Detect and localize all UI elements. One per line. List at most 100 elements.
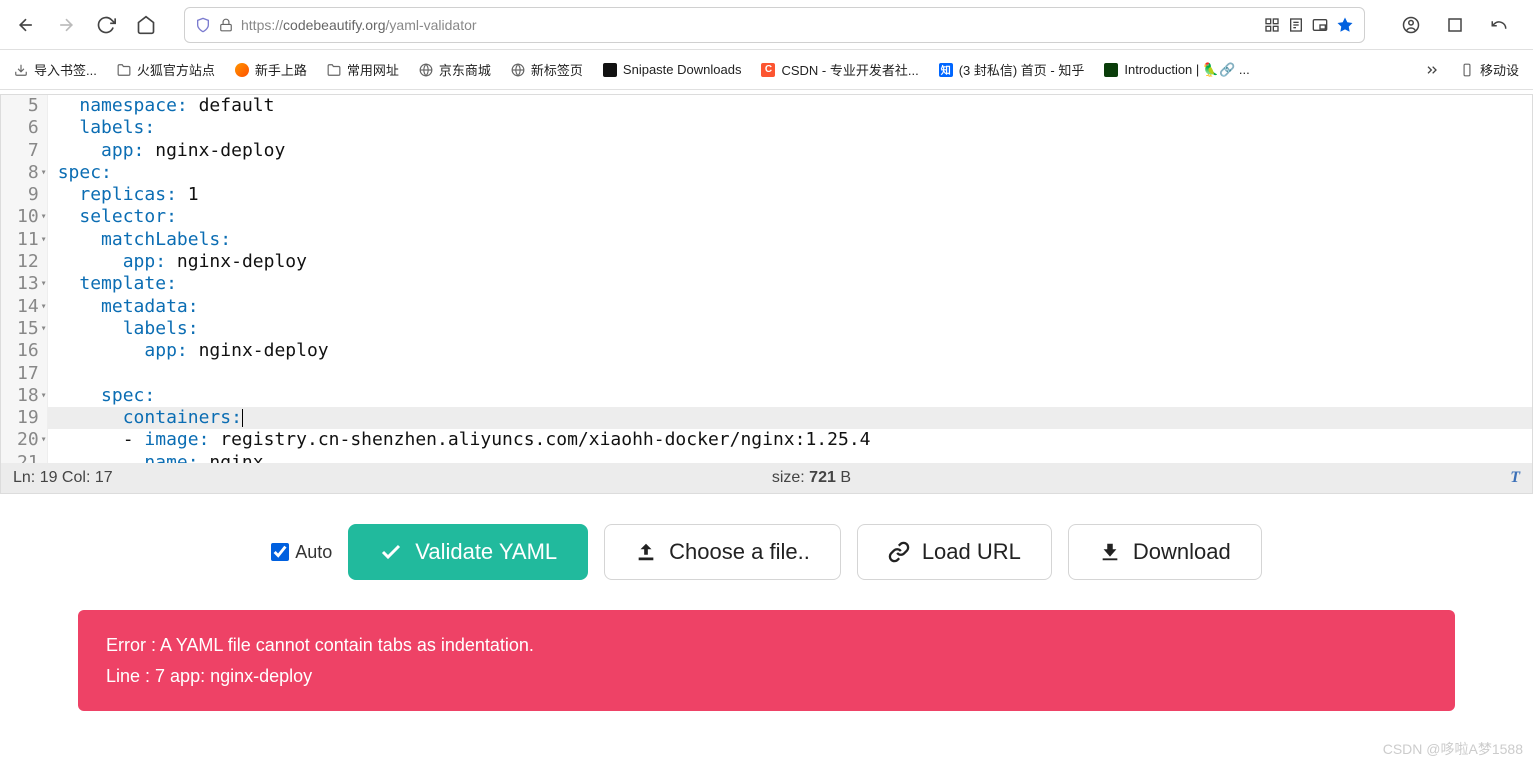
csdn-icon: C	[761, 63, 775, 77]
gutter-line: 20▾	[17, 429, 39, 451]
bookmark-item[interactable]: 移动设	[1454, 56, 1525, 83]
url-text: https://codebeautify.org/yaml-validator	[241, 17, 477, 33]
code-line[interactable]: namespace: default	[48, 95, 1532, 117]
gutter-line: 19	[17, 407, 39, 429]
bookmark-star-icon[interactable]	[1336, 16, 1354, 34]
browser-navbar: https://codebeautify.org/yaml-validator	[0, 0, 1533, 50]
bookmark-item[interactable]: 常用网址	[321, 56, 405, 83]
gutter-line: 8▾	[17, 162, 39, 184]
code-line[interactable]: containers:	[48, 407, 1532, 429]
code-line[interactable]: matchLabels:	[48, 229, 1532, 251]
code-line[interactable]: app: nginx-deploy	[48, 251, 1532, 273]
bookmark-item[interactable]: Snipaste Downloads	[597, 58, 748, 81]
bookmark-item[interactable]: CCSDN - 专业开发者社...	[755, 56, 924, 83]
qr-icon[interactable]	[1264, 17, 1280, 33]
fold-toggle-icon[interactable]: ▾	[41, 429, 47, 451]
globe-icon	[511, 63, 525, 77]
zhihu-icon: 知	[939, 63, 953, 77]
auto-checkbox[interactable]	[271, 543, 289, 561]
import-icon	[14, 63, 28, 77]
bookmark-item[interactable]: 导入书签...	[8, 56, 103, 83]
pip-icon[interactable]	[1312, 17, 1328, 33]
watermark: CSDN @哆啦A梦1588	[1383, 739, 1523, 759]
globe-icon	[419, 63, 433, 77]
link-icon	[888, 541, 910, 563]
nav-toolbar-right	[1385, 7, 1525, 43]
bookmark-item[interactable]: 火狐官方站点	[111, 56, 221, 83]
code-line[interactable]: template:	[48, 273, 1532, 295]
editor-body[interactable]: 5678▾910▾11▾1213▾14▾15▾161718▾1920▾2122 …	[1, 95, 1532, 463]
fold-toggle-icon[interactable]: ▾	[41, 229, 47, 251]
choose-file-button[interactable]: Choose a file..	[604, 524, 841, 580]
bookmark-overflow[interactable]	[1418, 58, 1446, 82]
fold-toggle-icon[interactable]: ▾	[41, 318, 47, 340]
bookmark-item[interactable]: Introduction | 🦜🔗 ...	[1098, 58, 1255, 82]
url-bar[interactable]: https://codebeautify.org/yaml-validator	[184, 7, 1365, 43]
code-line[interactable]: labels:	[48, 117, 1532, 139]
code-line[interactable]: app: nginx-deploy	[48, 140, 1532, 162]
nav-home-button[interactable]	[128, 7, 164, 43]
download-button[interactable]: Download	[1068, 524, 1262, 580]
yaml-editor: 5678▾910▾11▾1213▾14▾15▾161718▾1920▾2122 …	[0, 94, 1533, 494]
extensions-button[interactable]	[1437, 7, 1473, 43]
fold-toggle-icon[interactable]: ▾	[41, 385, 47, 407]
bookmark-item[interactable]: 新手上路	[229, 56, 313, 83]
bookmarks-bar: 导入书签... 火狐官方站点 新手上路 常用网址 京东商城 新标签页 Snipa…	[0, 50, 1533, 90]
gutter-line: 16	[17, 340, 39, 362]
gutter-line: 9	[17, 184, 39, 206]
code-line[interactable]: metadata:	[48, 296, 1532, 318]
cursor-position: Ln: 19 Col: 17	[13, 469, 113, 487]
code-line[interactable]: labels:	[48, 318, 1532, 340]
profile-icon	[1402, 16, 1420, 34]
nav-reload-button[interactable]	[88, 7, 124, 43]
fold-toggle-icon[interactable]: ▾	[41, 296, 47, 318]
snipaste-icon	[603, 63, 617, 77]
code-line[interactable]: app: nginx-deploy	[48, 340, 1532, 362]
editor-code-area[interactable]: namespace: default labels: app: nginx-de…	[48, 95, 1532, 463]
code-line[interactable]: name: nginx	[48, 452, 1532, 463]
code-line[interactable]: replicas: 1	[48, 184, 1532, 206]
code-line[interactable]: - image: registry.cn-shenzhen.aliyuncs.c…	[48, 429, 1532, 451]
profile-button[interactable]	[1393, 7, 1429, 43]
validate-button[interactable]: Validate YAML	[348, 524, 588, 580]
mobile-icon	[1460, 63, 1474, 77]
bookmark-item[interactable]: 新标签页	[505, 56, 589, 83]
editor-status-bar: Ln: 19 Col: 17 size: 721 B T	[1, 463, 1532, 493]
folder-icon	[117, 63, 131, 77]
gutter-line: 5	[17, 95, 39, 117]
puzzle-icon	[1446, 16, 1464, 34]
gutter-line: 11▾	[17, 229, 39, 251]
auto-checkbox-label[interactable]: Auto	[271, 542, 332, 563]
bookmark-item[interactable]: 知(3 封私信) 首页 - 知乎	[933, 56, 1091, 83]
gutter-line: 10▾	[17, 206, 39, 228]
arrow-right-icon	[56, 15, 76, 35]
code-line[interactable]: spec:	[48, 385, 1532, 407]
undo-close-button[interactable]	[1481, 7, 1517, 43]
error-line: Line : 7 app: nginx-deploy	[106, 661, 1427, 692]
gutter-line: 14▾	[17, 296, 39, 318]
code-line[interactable]: spec:	[48, 162, 1532, 184]
chevrons-right-icon	[1424, 62, 1440, 78]
shield-icon	[195, 17, 211, 33]
nav-forward-button[interactable]	[48, 7, 84, 43]
load-url-button[interactable]: Load URL	[857, 524, 1052, 580]
reload-icon	[96, 15, 116, 35]
auto-label: Auto	[295, 542, 332, 563]
bookmark-item[interactable]: 京东商城	[413, 56, 497, 83]
nav-back-button[interactable]	[8, 7, 44, 43]
langchain-icon	[1104, 63, 1118, 77]
gutter-line: 6	[17, 117, 39, 139]
gutter-line: 13▾	[17, 273, 39, 295]
reader-icon[interactable]	[1288, 17, 1304, 33]
fold-toggle-icon[interactable]: ▾	[41, 162, 47, 184]
fold-toggle-icon[interactable]: ▾	[41, 273, 47, 295]
download-icon	[1099, 541, 1121, 563]
error-line: Error : A YAML file cannot contain tabs …	[106, 630, 1427, 661]
code-line[interactable]	[48, 363, 1532, 385]
editor-gutter: 5678▾910▾11▾1213▾14▾15▾161718▾1920▾2122	[1, 95, 48, 463]
gutter-line: 17	[17, 363, 39, 385]
text-cursor	[242, 409, 243, 427]
fold-toggle-icon[interactable]: ▾	[41, 206, 47, 228]
code-line[interactable]: selector:	[48, 206, 1532, 228]
gutter-line: 15▾	[17, 318, 39, 340]
